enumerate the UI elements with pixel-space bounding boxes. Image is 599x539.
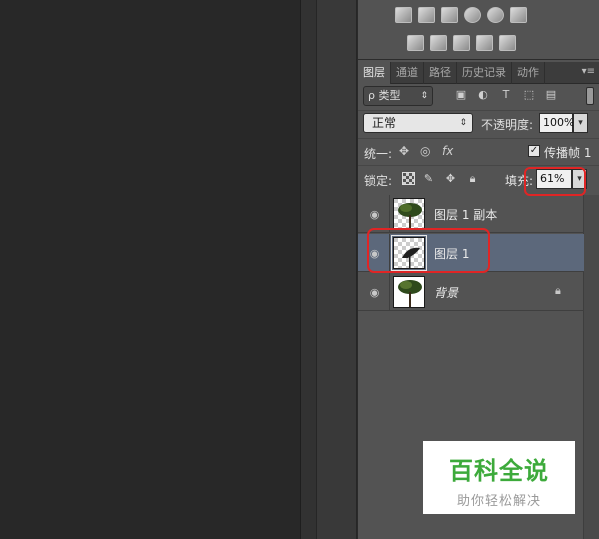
layer-thumbnail[interactable]	[393, 276, 425, 308]
tab-actions[interactable]: 动作	[512, 62, 545, 84]
opacity-dropdown-icon[interactable]: ▾	[573, 113, 588, 133]
panel-menu-icon[interactable]: ▾≡	[582, 66, 595, 77]
channel-mixer-icon[interactable]	[487, 7, 504, 23]
opacity-label: 不透明度:	[481, 118, 534, 132]
filter-kind-select[interactable]: ρ 类型 ⇕	[363, 86, 433, 106]
divider	[389, 273, 390, 311]
lock-image-pixels-icon[interactable]: ✎	[422, 172, 435, 185]
watermark: 百科全说 助你轻松解决	[423, 441, 575, 514]
lock-all-icon[interactable]: 🔒︎	[466, 172, 479, 185]
adjustments-row-1	[395, 7, 527, 23]
smart-object-filter-icon[interactable]: ▤	[544, 88, 558, 102]
tab-history[interactable]: 历史记录	[457, 62, 512, 84]
blend-mode-value: 正常	[372, 116, 397, 130]
tab-paths[interactable]: 路径	[424, 62, 457, 84]
lock-transparency-icon[interactable]	[402, 172, 415, 185]
eye-icon[interactable]: ◉	[368, 286, 381, 299]
opacity-input[interactable]: 100%	[539, 113, 574, 133]
layer-list-scrollbar[interactable]	[584, 195, 599, 539]
tree-icon	[398, 203, 422, 229]
unify-visibility-icon[interactable]: ◎	[420, 143, 430, 159]
photo-filter-icon[interactable]	[464, 7, 481, 23]
tab-channels[interactable]: 通道	[391, 62, 424, 84]
layer-name[interactable]: 图层 1 副本	[434, 206, 497, 223]
gradient-map-icon[interactable]	[499, 35, 516, 51]
invert-icon[interactable]	[407, 35, 424, 51]
layer-thumbnail[interactable]	[393, 198, 425, 230]
eye-icon[interactable]: ◉	[368, 208, 381, 221]
blend-mode-select[interactable]: 正常 ⇕	[363, 113, 473, 133]
lock-label: 锁定:	[364, 174, 393, 188]
propagate-frame-checkbox[interactable]: ✓	[528, 145, 540, 157]
watermark-title: 百科全说	[449, 457, 549, 485]
layer-filter-row: ρ 类型 ⇕ ▣ ◐ T ⬚ ▤	[358, 86, 599, 108]
layer-name[interactable]: 背景	[434, 284, 458, 301]
lock-row: 锁定: ✎ ✥ 🔒︎ 填充: 61% ▾	[358, 167, 599, 196]
threshold-icon[interactable]	[453, 35, 470, 51]
tab-layers[interactable]: 图层	[358, 62, 391, 84]
tree-icon	[398, 280, 422, 307]
select-arrows-icon: ⇕	[420, 91, 428, 101]
layer-highlight-annotation	[367, 228, 490, 273]
selective-color-icon[interactable]	[476, 35, 493, 51]
unify-position-icon[interactable]: ✥	[399, 143, 409, 159]
adjustments-row-2	[407, 35, 516, 51]
panel-tabs: 图层 通道 路径 历史记录 动作 ▾≡	[358, 62, 599, 84]
propagate-frame-label: 传播帧 1	[544, 146, 592, 160]
watermark-subtitle: 助你轻松解决	[456, 494, 541, 509]
divider	[358, 165, 599, 166]
unify-row: 统一: ✥ ◎ fx ✓ 传播帧 1	[358, 141, 599, 163]
divider	[358, 110, 599, 111]
adjustments-panel	[358, 0, 599, 60]
levels-icon[interactable]	[418, 7, 435, 23]
document-canvas[interactable]	[0, 0, 300, 539]
layer-row[interactable]: ◉ 背景 🔒︎	[358, 273, 584, 311]
unify-label: 统一:	[364, 147, 393, 161]
filter-toggle[interactable]	[586, 87, 594, 105]
search-icon: ρ	[368, 89, 375, 102]
unify-style-icon[interactable]: fx	[442, 143, 453, 159]
black-white-icon[interactable]	[441, 7, 458, 23]
brightness-contrast-icon[interactable]	[395, 7, 412, 23]
posterize-icon[interactable]	[430, 35, 447, 51]
type-filter-icon[interactable]: T	[499, 88, 513, 102]
shape-filter-icon[interactable]: ⬚	[522, 88, 536, 102]
lock-position-icon[interactable]: ✥	[444, 172, 457, 185]
divider	[358, 138, 599, 139]
select-arrows-icon: ⇕	[459, 118, 467, 128]
pixel-filter-icon[interactable]: ▣	[454, 88, 468, 102]
filter-kind-label: 类型	[378, 89, 401, 102]
panel-dock-gutter	[300, 0, 316, 539]
collapsed-panel-strip	[316, 0, 357, 539]
fill-highlight-annotation	[524, 167, 586, 196]
blend-row: 正常 ⇕ 不透明度: 100% ▾	[358, 112, 599, 136]
color-lookup-icon[interactable]	[510, 7, 527, 23]
lock-icon: 🔒︎	[555, 284, 561, 297]
adjustment-filter-icon[interactable]: ◐	[476, 88, 490, 102]
